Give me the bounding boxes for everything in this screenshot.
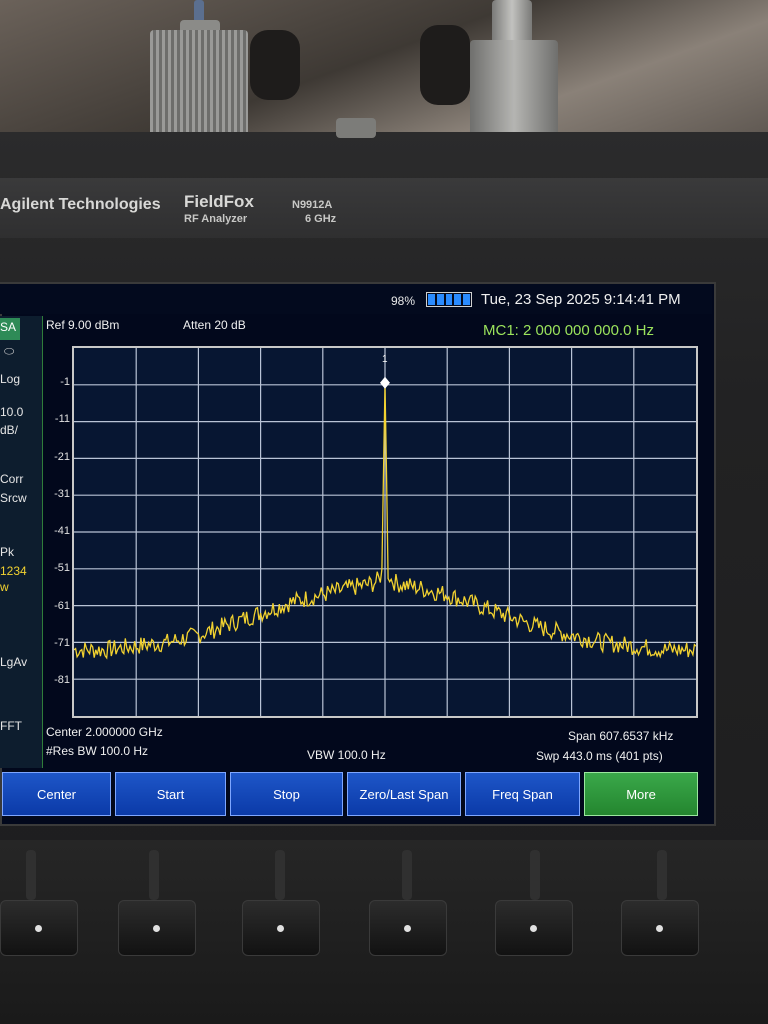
hardware-softkey-2[interactable] bbox=[118, 900, 196, 956]
rubber-cap-left bbox=[250, 30, 300, 100]
mode-badge[interactable]: SA bbox=[0, 318, 20, 340]
scale-type: Log bbox=[0, 372, 21, 386]
softkey-more[interactable]: More bbox=[584, 772, 698, 816]
hardware-softkey-4[interactable] bbox=[369, 900, 447, 956]
average-type: LgAv bbox=[0, 655, 28, 669]
detector-label: Pk bbox=[0, 545, 15, 559]
battery-percent: 98% bbox=[391, 294, 416, 308]
key-groove bbox=[275, 850, 285, 900]
small-connector bbox=[336, 118, 376, 138]
y-tick: -71 bbox=[54, 637, 70, 649]
sweep-time: Swp 443.0 ms (401 pts) bbox=[536, 749, 663, 763]
y-tick: -21 bbox=[54, 451, 70, 463]
source-label: Srcw bbox=[0, 491, 27, 505]
y-tick: -41 bbox=[54, 525, 70, 537]
softkey-stop[interactable]: Stop bbox=[230, 772, 343, 816]
key-groove bbox=[402, 850, 412, 900]
hardware-softkey-6[interactable] bbox=[621, 900, 699, 956]
marker-label: 1 bbox=[382, 354, 388, 365]
key-groove bbox=[149, 850, 159, 900]
key-groove bbox=[657, 850, 667, 900]
marker-diamond bbox=[380, 376, 390, 389]
marker-readout: MC1: 2 000 000 000.0 Hz bbox=[483, 322, 654, 339]
model-number: N9912A bbox=[292, 199, 333, 211]
scale-unit: dB/ bbox=[0, 423, 19, 437]
key-groove bbox=[530, 850, 540, 900]
softkey-freq-span[interactable]: Freq Span bbox=[465, 772, 580, 816]
y-tick: -31 bbox=[54, 488, 70, 500]
y-tick: -61 bbox=[54, 600, 70, 612]
product-name: FieldFox bbox=[184, 192, 254, 211]
hardware-softkey-3[interactable] bbox=[242, 900, 320, 956]
key-dot bbox=[656, 925, 663, 932]
trace-state: w bbox=[0, 580, 9, 594]
hardware-softkey-1[interactable] bbox=[0, 900, 78, 956]
span: Span 607.6537 kHz bbox=[568, 729, 674, 743]
rf-connector-right bbox=[470, 40, 558, 140]
brand-name: Agilent Technologies bbox=[0, 196, 161, 213]
product-subtitle: RF Analyzer bbox=[184, 213, 248, 225]
fft-label: FFT bbox=[0, 719, 22, 733]
background bbox=[0, 0, 768, 150]
key-groove bbox=[26, 850, 36, 900]
softkey-center[interactable]: Center bbox=[2, 772, 111, 816]
trace-shape-icon: ⬭ bbox=[4, 344, 15, 358]
video-bandwidth: VBW 100.0 Hz bbox=[307, 748, 386, 762]
battery-icon bbox=[426, 292, 472, 307]
scale-value: 10.0 bbox=[0, 405, 24, 419]
trace-numbers: 1234 bbox=[0, 564, 27, 578]
rf-connector-left bbox=[150, 30, 248, 140]
y-tick: -51 bbox=[54, 562, 70, 574]
softkey-start[interactable]: Start bbox=[115, 772, 226, 816]
key-dot bbox=[404, 925, 411, 932]
key-dot bbox=[530, 925, 537, 932]
spectrum-plot[interactable]: 1 bbox=[72, 346, 698, 718]
frequency-range: 6 GHz bbox=[305, 213, 337, 225]
attenuation: Atten 20 dB bbox=[183, 318, 246, 332]
center-frequency: Center 2.000000 GHz bbox=[46, 725, 163, 739]
key-dot bbox=[35, 925, 42, 932]
spectrum-svg: 1 bbox=[73, 348, 697, 716]
key-dot bbox=[277, 925, 284, 932]
datetime: Tue, 23 Sep 2025 9:14:41 PM bbox=[481, 291, 681, 308]
resolution-bandwidth: #Res BW 100.0 Hz bbox=[46, 744, 149, 758]
reference-level: Ref 9.00 dBm bbox=[46, 318, 120, 332]
y-tick: -1 bbox=[60, 376, 70, 388]
key-dot bbox=[153, 925, 160, 932]
softkey-zero-last-span[interactable]: Zero/Last Span bbox=[347, 772, 461, 816]
rubber-cap-right bbox=[420, 25, 470, 105]
correction-label: Corr bbox=[0, 472, 24, 486]
y-tick: -11 bbox=[54, 413, 70, 425]
y-tick: -81 bbox=[54, 674, 70, 686]
hardware-softkey-5[interactable] bbox=[495, 900, 573, 956]
